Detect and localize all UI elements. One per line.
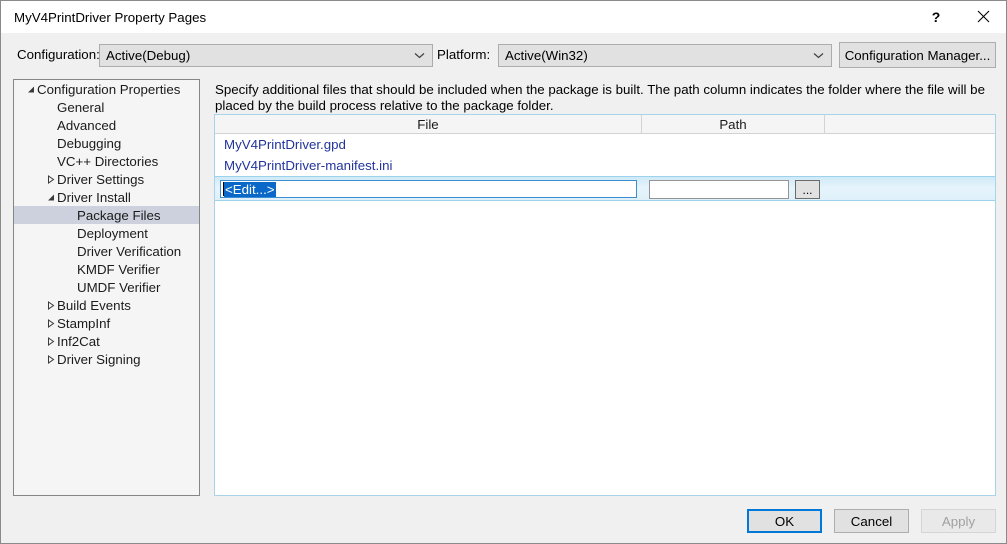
tree-item-configuration-properties[interactable]: Configuration Properties <box>14 80 199 98</box>
close-icon <box>977 10 990 23</box>
package-files-grid[interactable]: File Path MyV4PrintDriver.gpd MyV4PrintDr… <box>214 114 996 496</box>
table-row[interactable]: MyV4PrintDriver-manifest.ini <box>215 155 995 176</box>
cancel-button[interactable]: Cancel <box>834 509 909 533</box>
file-input-value: <Edit...> <box>224 181 276 197</box>
tree-item-label: Inf2Cat <box>57 333 100 349</box>
tree-item-label: Debugging <box>57 135 122 151</box>
collapse-arrow-icon[interactable] <box>43 354 57 364</box>
collapse-arrow-icon[interactable] <box>43 318 57 328</box>
platform-value: Active(Win32) <box>505 48 588 63</box>
cell-file[interactable]: MyV4PrintDriver.gpd <box>215 137 642 152</box>
tree-item-label: Deployment <box>77 225 148 241</box>
tree-item-label: Advanced <box>57 117 117 133</box>
chevron-down-icon <box>809 52 827 59</box>
configuration-manager-button[interactable]: Configuration Manager... <box>839 42 996 68</box>
platform-label: Platform: <box>437 47 491 62</box>
tree-item-general[interactable]: General <box>14 98 199 116</box>
apply-button: Apply <box>921 509 996 533</box>
tree-item-label: Driver Verification <box>77 243 182 259</box>
collapse-arrow-icon[interactable] <box>43 174 57 184</box>
path-input[interactable] <box>649 180 789 199</box>
title-bar: MyV4PrintDriver Property Pages ? <box>1 1 1006 33</box>
tree-item-label: StampInf <box>57 315 111 331</box>
tree-item-umdf-verifier[interactable]: UMDF Verifier <box>14 278 199 296</box>
table-row[interactable]: MyV4PrintDriver.gpd <box>215 134 995 155</box>
grid-header-row: File Path <box>215 115 995 134</box>
file-input[interactable]: <Edit...> <box>220 180 637 198</box>
tree-item-stampinf[interactable]: StampInf <box>14 314 199 332</box>
tree-item-build-events[interactable]: Build Events <box>14 296 199 314</box>
description-text: Specify additional files that should be … <box>215 82 985 113</box>
tree-item-label: VC++ Directories <box>57 153 159 169</box>
tree-item-label: Driver Signing <box>57 351 141 367</box>
tree-item-driver-install[interactable]: Driver Install <box>14 188 199 206</box>
chevron-down-icon <box>410 52 428 59</box>
configuration-properties-tree[interactable]: Configuration Properties General Advanced D… <box>13 79 200 496</box>
tree-item-label: General <box>57 99 105 115</box>
tree-item-driver-signing[interactable]: Driver Signing <box>14 350 199 368</box>
tree-item-label: UMDF Verifier <box>77 279 161 295</box>
platform-dropdown[interactable]: Active(Win32) <box>498 44 832 67</box>
tree-item-label: Driver Install <box>57 189 131 205</box>
tree-item-deployment[interactable]: Deployment <box>14 224 199 242</box>
tree-item-label: Build Events <box>57 297 131 313</box>
column-header-path[interactable]: Path <box>642 115 825 133</box>
close-button[interactable] <box>961 1 1005 32</box>
window-title: MyV4PrintDriver Property Pages <box>14 10 207 25</box>
configuration-value: Active(Debug) <box>106 48 191 63</box>
tree-item-debugging[interactable]: Debugging <box>14 134 199 152</box>
grid-edit-row[interactable]: <Edit...> ... <box>215 176 995 201</box>
configuration-label: Configuration: <box>17 47 100 62</box>
help-button[interactable]: ? <box>914 1 958 32</box>
tree-item-package-files[interactable]: Package Files <box>14 206 199 224</box>
tree-item-label: Configuration Properties <box>37 81 181 97</box>
tree-item-driver-verification[interactable]: Driver Verification <box>14 242 199 260</box>
tree-item-label: Package Files <box>77 207 161 223</box>
browse-button[interactable]: ... <box>795 180 820 199</box>
ok-button[interactable]: OK <box>747 509 822 533</box>
tree-item-label: KMDF Verifier <box>77 261 160 277</box>
tree-item-kmdf-verifier[interactable]: KMDF Verifier <box>14 260 199 278</box>
tree-item-advanced[interactable]: Advanced <box>14 116 199 134</box>
expand-arrow-icon[interactable] <box>23 85 37 94</box>
column-header-file[interactable]: File <box>215 115 642 133</box>
configuration-dropdown[interactable]: Active(Debug) <box>99 44 433 67</box>
expand-arrow-icon[interactable] <box>43 193 57 202</box>
tree-item-driver-settings[interactable]: Driver Settings <box>14 170 199 188</box>
cell-file[interactable]: MyV4PrintDriver-manifest.ini <box>215 158 642 173</box>
tree-item-vc-directories[interactable]: VC++ Directories <box>14 152 199 170</box>
column-header-spacer <box>825 115 995 133</box>
question-mark-icon: ? <box>931 8 941 25</box>
tree-item-inf2cat[interactable]: Inf2Cat <box>14 332 199 350</box>
collapse-arrow-icon[interactable] <box>43 300 57 310</box>
tree-item-label: Driver Settings <box>57 171 145 187</box>
collapse-arrow-icon[interactable] <box>43 336 57 346</box>
property-pages-dialog: MyV4PrintDriver Property Pages ? Configu… <box>0 0 1007 544</box>
